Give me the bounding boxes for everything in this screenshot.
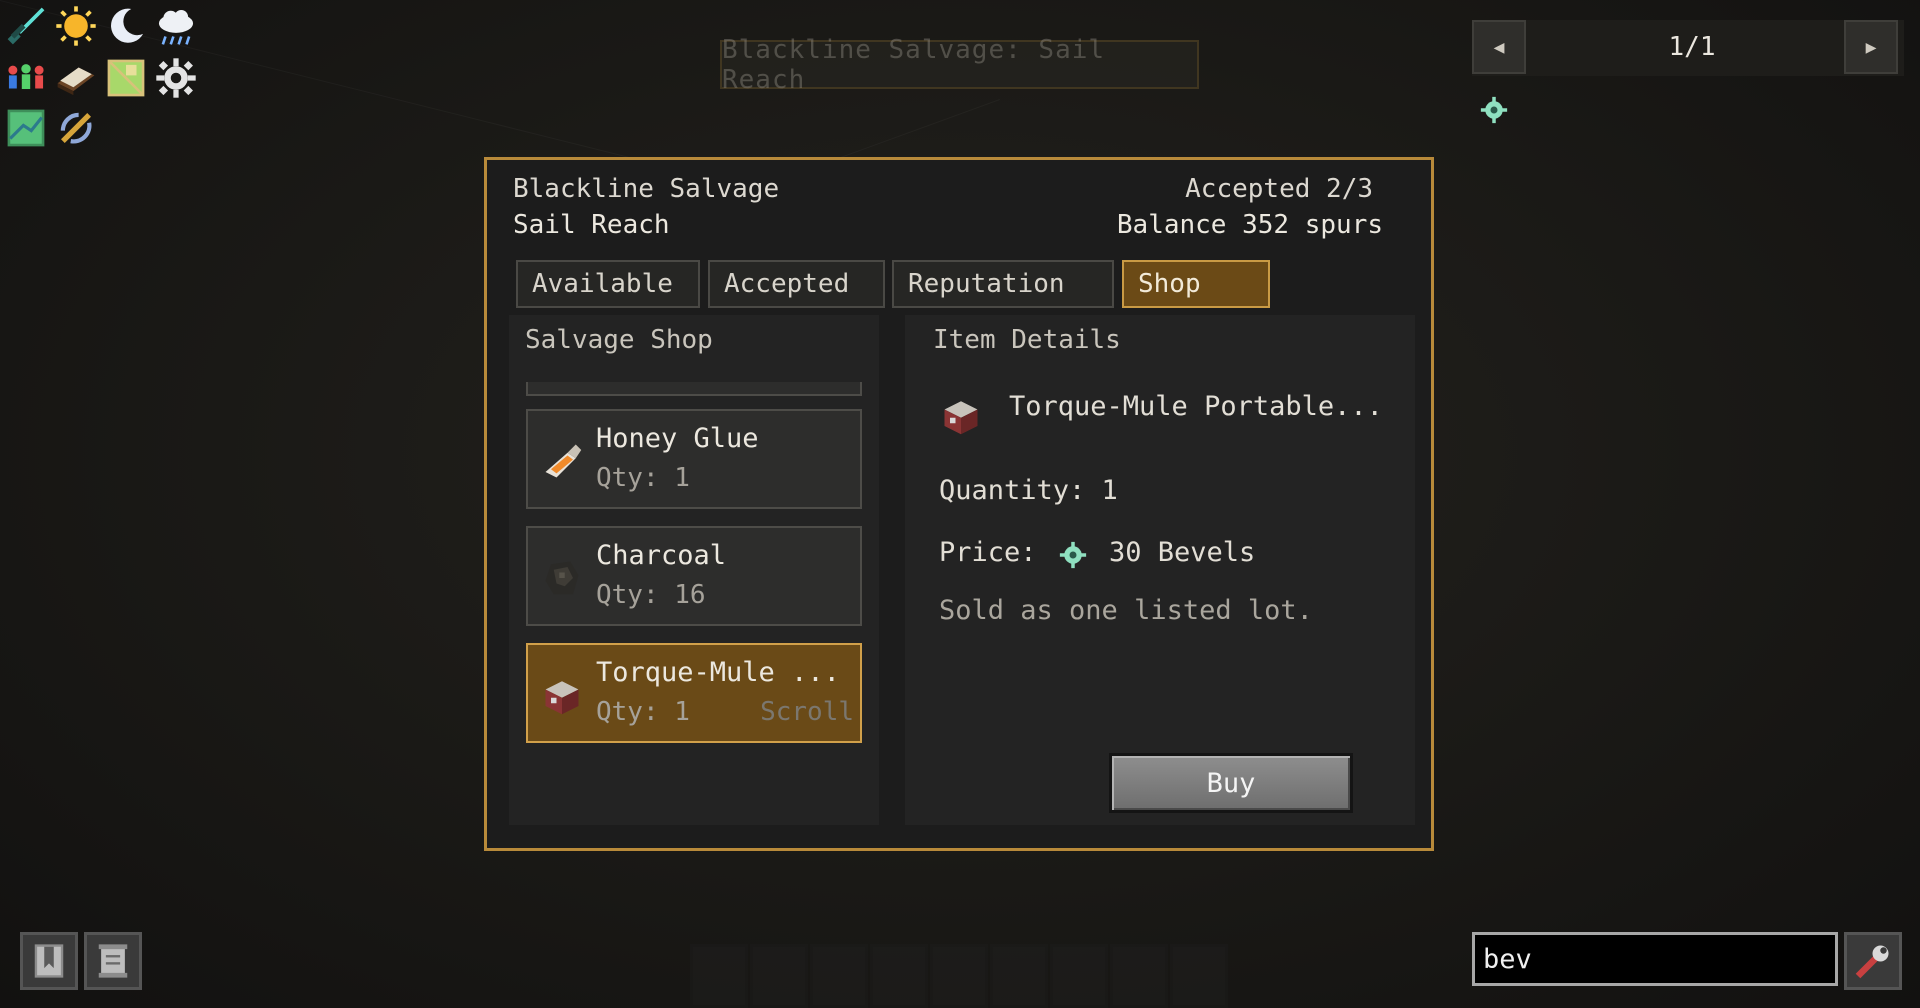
tab-label: Accepted [724,269,850,299]
sword-icon[interactable] [4,4,48,48]
torque-mule-icon [939,393,983,437]
item-qty: Qty: 1 [596,463,690,493]
item-qty: Qty: 1 [596,697,690,727]
lot-note: Sold as one listed lot. [939,595,1313,626]
item-qty: Qty: 16 [596,580,706,610]
players-icon[interactable] [4,56,48,100]
details-title: Item Details [933,325,1121,355]
honey-glue-icon [540,439,584,483]
tab-label: Shop [1138,269,1201,299]
scroll-hint: Scroll [760,697,854,727]
arrow-left-icon: ◀ [1493,36,1505,58]
hotbar-slot [1050,944,1108,1008]
torque-mule-icon [540,673,584,717]
tab-label: Available [532,269,673,299]
world-line [0,0,679,170]
balance-display: Balance 352 spurs [1116,210,1383,240]
compass-icon[interactable] [54,106,98,150]
shop-item-torque-mule[interactable]: Torque-Mule ... Qty: 1 Scroll [526,643,862,743]
hotbar-slot [930,944,988,1008]
tab-accepted[interactable]: Accepted [708,260,885,308]
accepted-count: Accepted 2/3 [1185,174,1373,204]
buy-button[interactable]: Buy [1109,753,1353,813]
game-screen: Blackline Salvage: Sail Reach ◀ 1/1 ▶ Bl… [0,0,1920,1008]
hotbar-slot [1170,944,1228,1008]
tab-label: Reputation [908,269,1065,299]
item-name: Torque-Mule ... [596,657,840,688]
price-value: 30 Bevels [1109,537,1256,568]
contract-board-dialog: Blackline Salvage Sail Reach Accepted 2/… [484,157,1434,851]
ghost-title-bar: Blackline Salvage: Sail Reach [720,35,1199,95]
book-icon[interactable] [54,56,98,100]
faction-name: Blackline Salvage [513,174,780,204]
list-item-partial[interactable] [526,382,862,396]
shop-panel: Salvage Shop Honey Glue Qty: 1 Charcoal … [509,315,879,825]
search-input[interactable] [1472,932,1838,986]
scroll-list-button[interactable] [84,932,142,990]
tab-available[interactable]: Available [516,260,700,308]
item-name: Honey Glue [596,423,759,454]
page-navigator: ◀ 1/1 ▶ [1472,20,1904,76]
location-name: Sail Reach [513,210,670,240]
prev-page-button[interactable]: ◀ [1472,20,1526,74]
bevel-currency-icon [1059,541,1087,569]
hotbar-slot [810,944,868,1008]
map-icon[interactable] [104,56,148,100]
shop-item-honey-glue[interactable]: Honey Glue Qty: 1 [526,409,862,509]
gear-icon[interactable] [154,56,198,100]
bookmark-icon [34,944,64,978]
sun-icon[interactable] [54,4,98,48]
tab-reputation[interactable]: Reputation [892,260,1114,308]
detail-quantity: Quantity: 1 [939,475,1118,506]
charcoal-icon [540,556,584,600]
wrench-icon [1855,945,1889,979]
biome-map-icon[interactable] [4,106,48,150]
item-details-panel: Item Details Torque-Mule Portable... Qua… [905,315,1415,825]
price-label: Price: [939,537,1037,568]
hotbar-slot [870,944,928,1008]
hotbar-slot [750,944,808,1008]
arrow-right-icon: ▶ [1865,36,1877,58]
bookmarks-button[interactable] [20,932,78,990]
rain-cloud-icon[interactable] [154,4,198,48]
currency-gear-icon [1480,96,1508,124]
scroll-icon [98,944,128,978]
moon-icon[interactable] [104,4,148,48]
hotbar-slot [690,944,748,1008]
shop-title: Salvage Shop [525,325,713,355]
item-name: Charcoal [596,540,727,571]
shop-item-charcoal[interactable]: Charcoal Qty: 16 [526,526,862,626]
hotbar [690,944,1230,1008]
next-page-button[interactable]: ▶ [1844,20,1898,74]
page-indicator: 1/1 [1668,32,1716,62]
detail-item-name: Torque-Mule Portable... [1009,391,1383,422]
settings-wrench-button[interactable] [1844,932,1902,990]
hotbar-slot [990,944,1048,1008]
hotbar-slot [1110,944,1168,1008]
tab-shop[interactable]: Shop [1122,260,1270,308]
